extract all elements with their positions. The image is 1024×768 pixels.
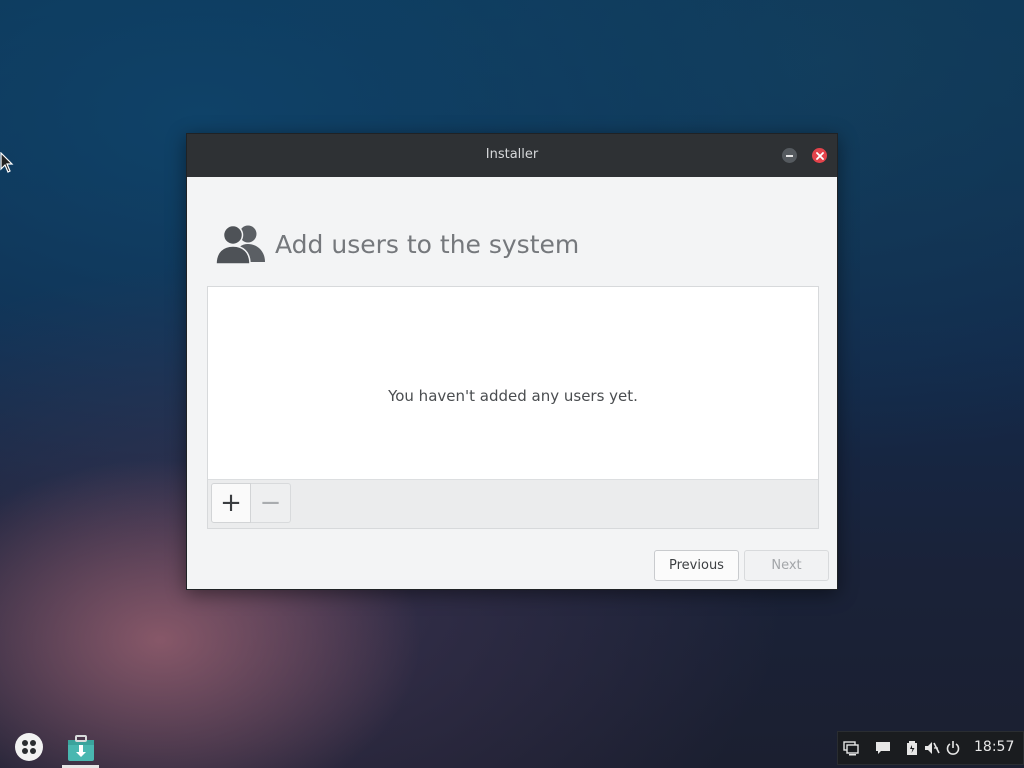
window-title: Installer bbox=[485, 147, 539, 162]
power-icon[interactable] bbox=[945, 740, 961, 756]
remove-user-button[interactable]: − bbox=[251, 483, 291, 523]
minimize-icon bbox=[786, 154, 793, 157]
app-menu-icon[interactable] bbox=[15, 733, 43, 761]
battery-icon[interactable] bbox=[904, 740, 920, 756]
window-titlebar[interactable]: Installer bbox=[187, 134, 837, 177]
add-user-button[interactable]: + bbox=[211, 483, 251, 523]
users-icon bbox=[215, 224, 265, 265]
empty-list-message: You haven't added any users yet. bbox=[388, 387, 638, 405]
installer-window: Installer Add users to the system You ha… bbox=[186, 133, 838, 590]
page-title: Add users to the system bbox=[275, 229, 580, 259]
installer-app-icon[interactable] bbox=[66, 733, 96, 763]
volume-muted-icon[interactable] bbox=[924, 740, 940, 756]
previous-button[interactable]: Previous bbox=[654, 550, 739, 581]
notifications-icon[interactable] bbox=[875, 740, 891, 756]
next-button[interactable]: Next bbox=[744, 550, 829, 581]
close-icon bbox=[815, 151, 824, 160]
clock[interactable]: 18:57 bbox=[974, 739, 1014, 755]
user-list[interactable]: You haven't added any users yet. + − bbox=[207, 286, 819, 529]
user-list-toolbar: + − bbox=[208, 479, 818, 528]
minimize-button[interactable] bbox=[782, 148, 797, 163]
page-header: Add users to the system bbox=[215, 222, 579, 266]
mouse-cursor-icon bbox=[0, 152, 14, 173]
close-button[interactable] bbox=[812, 148, 827, 163]
display-icon[interactable] bbox=[843, 740, 859, 756]
system-tray: 18:57 bbox=[837, 731, 1024, 765]
